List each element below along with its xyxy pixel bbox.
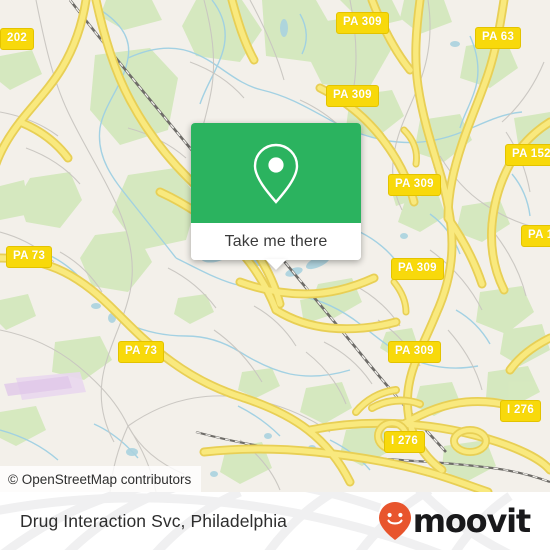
highway-shield: PA 63: [475, 27, 522, 49]
highway-shield: PA 309: [391, 258, 444, 280]
map-canvas[interactable]: 202 PA 309 PA 63 PA 309 PA 152 PA 309 PA 1 PA 7…: [0, 0, 550, 492]
take-me-there-button[interactable]: Take me there: [191, 223, 361, 260]
highway-shield: 202: [0, 28, 35, 50]
footer-bar: Drug Interaction Svc, Philadelphia moovi…: [0, 492, 550, 550]
osm-attribution[interactable]: © OpenStreetMap contributors: [0, 466, 202, 492]
place-title: Drug Interaction Svc, Philadelphia: [20, 510, 288, 531]
highway-shield: PA 309: [326, 85, 379, 107]
highway-shield: PA 152: [505, 144, 550, 166]
popup-pointer-tail: [265, 259, 287, 270]
place-popup-card[interactable]: Take me there: [191, 123, 361, 270]
highway-shield: PA 73: [6, 246, 53, 268]
highway-shield: PA 1: [521, 225, 550, 247]
moovit-pin-icon: [378, 502, 411, 540]
popup-image-placeholder: [191, 123, 361, 223]
map-screenshot-root: 202 PA 309 PA 63 PA 309 PA 152 PA 309 PA 1 PA 7…: [0, 0, 550, 550]
map-pin-icon: [253, 143, 299, 204]
highway-shield: I 276: [384, 431, 426, 453]
moovit-wordmark: moovit: [412, 502, 531, 540]
highway-shield: PA 309: [388, 174, 441, 196]
moovit-brand-logo[interactable]: moovit: [378, 492, 531, 550]
highway-shield: I 276: [500, 400, 542, 422]
highway-shield: PA 309: [388, 341, 441, 363]
highway-shield: PA 309: [336, 12, 389, 34]
highway-shield: PA 73: [118, 341, 165, 363]
